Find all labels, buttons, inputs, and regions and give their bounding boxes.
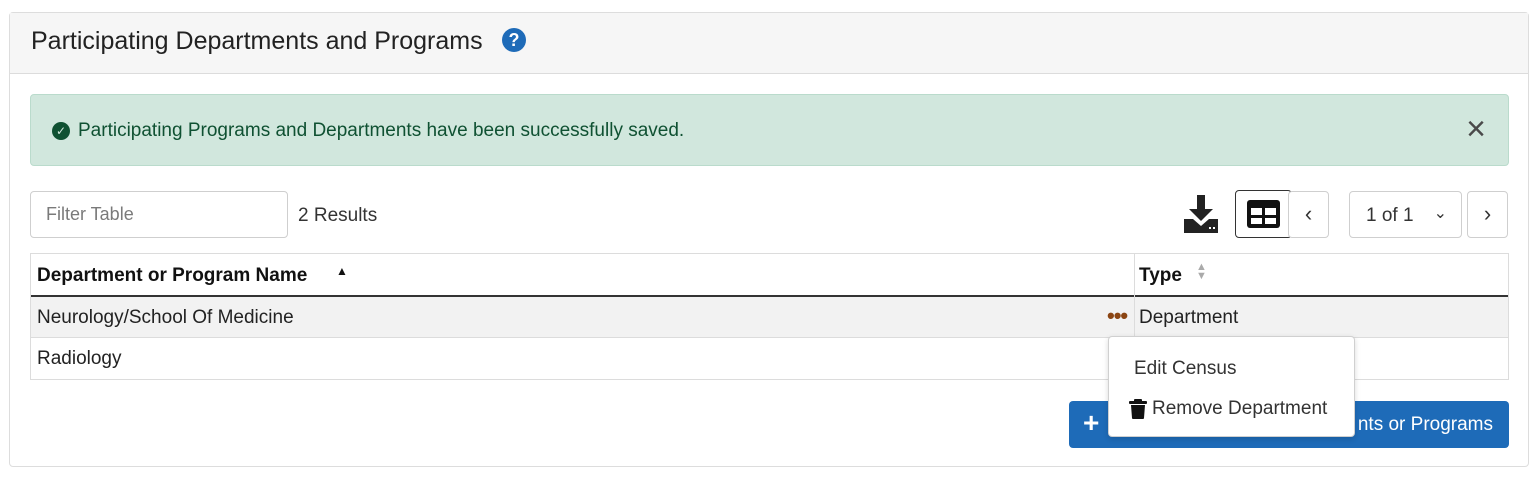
filter-table-input[interactable] bbox=[30, 191, 288, 238]
results-count: 2 Results bbox=[298, 205, 378, 226]
success-alert: ✓ Participating Programs and Departments… bbox=[30, 94, 1509, 166]
sort-icon[interactable]: ▲ ▼ bbox=[1196, 262, 1207, 282]
plus-icon: + bbox=[1083, 407, 1100, 438]
trash-icon bbox=[1129, 399, 1147, 419]
column-header-name[interactable]: Department or Program Name bbox=[37, 265, 307, 287]
help-icon[interactable]: ? bbox=[502, 28, 526, 52]
download-icon[interactable] bbox=[1181, 193, 1221, 235]
menu-item-label: Edit Census bbox=[1134, 358, 1237, 379]
add-button-label: nts or Programs bbox=[1357, 414, 1493, 435]
row-actions-icon[interactable]: ••• bbox=[1107, 303, 1128, 329]
menu-item-edit-census[interactable]: Edit Census bbox=[1109, 351, 1354, 387]
card-header: Participating Departments and Programs ? bbox=[10, 13, 1528, 74]
table-row[interactable]: Neurology/School Of Medicine ••• Departm… bbox=[31, 297, 1508, 338]
row-actions-menu: Edit Census Remove Department bbox=[1108, 336, 1355, 437]
page-select-label: 1 of 1 bbox=[1366, 205, 1414, 226]
next-page-button[interactable]: › bbox=[1467, 191, 1508, 238]
close-icon[interactable]: × bbox=[1461, 112, 1491, 146]
department-name-cell: Neurology/School Of Medicine bbox=[37, 307, 294, 328]
prev-page-button[interactable]: ‹ bbox=[1288, 191, 1329, 238]
menu-item-remove-department[interactable]: Remove Department bbox=[1109, 391, 1354, 427]
alert-message: Participating Programs and Departments h… bbox=[78, 120, 685, 141]
check-circle-icon: ✓ bbox=[52, 122, 70, 140]
column-header-type[interactable]: Type bbox=[1139, 265, 1182, 287]
department-name-cell: Radiology bbox=[37, 348, 122, 369]
page-select[interactable]: 1 of 1 ⌄ bbox=[1349, 191, 1462, 238]
table-header: Department or Program Name ▲ Type ▲ ▼ bbox=[31, 254, 1508, 297]
column-layout-button[interactable] bbox=[1235, 190, 1292, 238]
table-grid-icon bbox=[1247, 200, 1280, 228]
type-cell: Department bbox=[1139, 307, 1239, 328]
menu-item-label: Remove Department bbox=[1152, 398, 1328, 419]
sort-ascending-icon[interactable]: ▲ bbox=[336, 264, 348, 278]
page-title: Participating Departments and Programs bbox=[31, 27, 483, 55]
chevron-down-icon: ⌄ bbox=[1433, 205, 1447, 222]
